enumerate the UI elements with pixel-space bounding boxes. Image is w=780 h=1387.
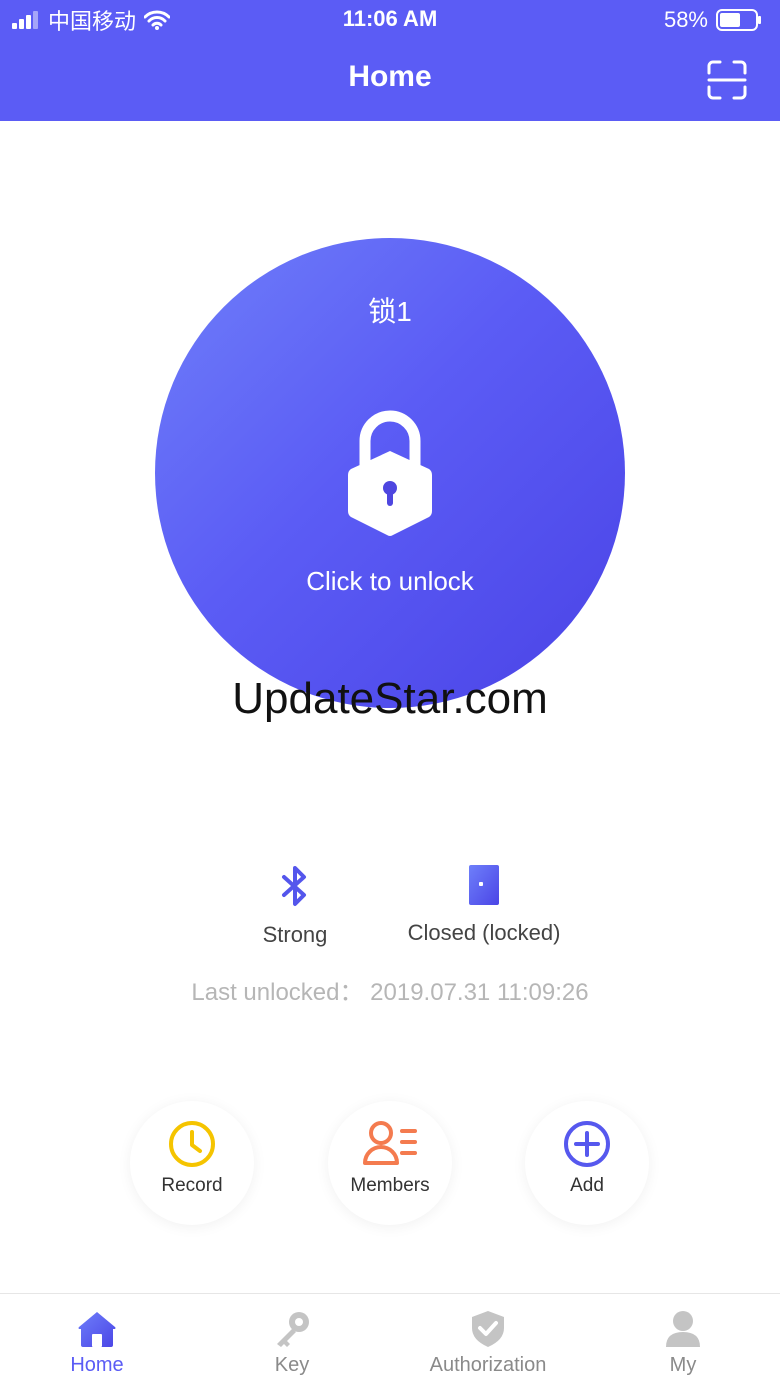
members-label: Members — [350, 1175, 430, 1196]
bluetooth-icon — [282, 866, 306, 906]
status-right: 58% — [664, 7, 762, 33]
tab-key[interactable]: Key — [232, 1294, 352, 1387]
members-icon — [363, 1121, 417, 1165]
person-icon — [666, 1311, 700, 1347]
tab-authorization-label: Authorization — [429, 1354, 547, 1376]
battery-fill — [720, 13, 740, 27]
scan-button[interactable] — [706, 60, 748, 100]
record-label: Record — [161, 1175, 223, 1196]
last-unlocked-text: Last unlocked： 2019.07.31 11:09:26 — [191, 979, 589, 1006]
padlock-icon — [348, 410, 432, 536]
shield-check-icon — [472, 1311, 504, 1347]
record-button[interactable]: Record — [130, 1101, 254, 1225]
nav-bar: Home — [0, 40, 780, 121]
add-button[interactable]: Add — [525, 1101, 649, 1225]
members-button[interactable]: Members — [328, 1101, 452, 1225]
key-icon — [277, 1312, 309, 1347]
signal-strength-label: Strong — [262, 922, 328, 947]
lock-name: 锁1 — [368, 296, 412, 327]
tab-home[interactable]: Home — [37, 1294, 157, 1387]
door-icon — [469, 865, 499, 905]
home-icon — [78, 1312, 116, 1347]
page-title: Home — [348, 60, 432, 93]
unlock-button[interactable]: 锁1 Click to unlock — [155, 238, 625, 708]
add-label: Add — [570, 1175, 604, 1196]
scan-icon — [707, 60, 747, 100]
clock-icon — [169, 1121, 215, 1167]
tab-my[interactable]: My — [623, 1294, 743, 1387]
plus-circle-icon — [564, 1121, 610, 1167]
bluetooth-signal-status: Strong — [240, 864, 350, 948]
tab-bar: Home Key Authorization My — [0, 1293, 780, 1387]
battery-percent: 58% — [663, 7, 708, 32]
tab-key-label: Key — [274, 1354, 310, 1376]
tab-home-label: Home — [70, 1354, 124, 1376]
battery-icon — [716, 9, 761, 31]
tab-my-label: My — [669, 1354, 697, 1376]
status-bar: 中国移动 11:06 AM 58% — [0, 0, 780, 40]
door-status-label: Closed (locked) — [407, 920, 561, 945]
unlock-prompt: Click to unlock — [306, 566, 474, 596]
door-status: Closed (locked) — [390, 864, 578, 946]
tab-authorization[interactable]: Authorization — [408, 1294, 568, 1387]
watermark-text: UpdateStar.com — [232, 674, 548, 723]
